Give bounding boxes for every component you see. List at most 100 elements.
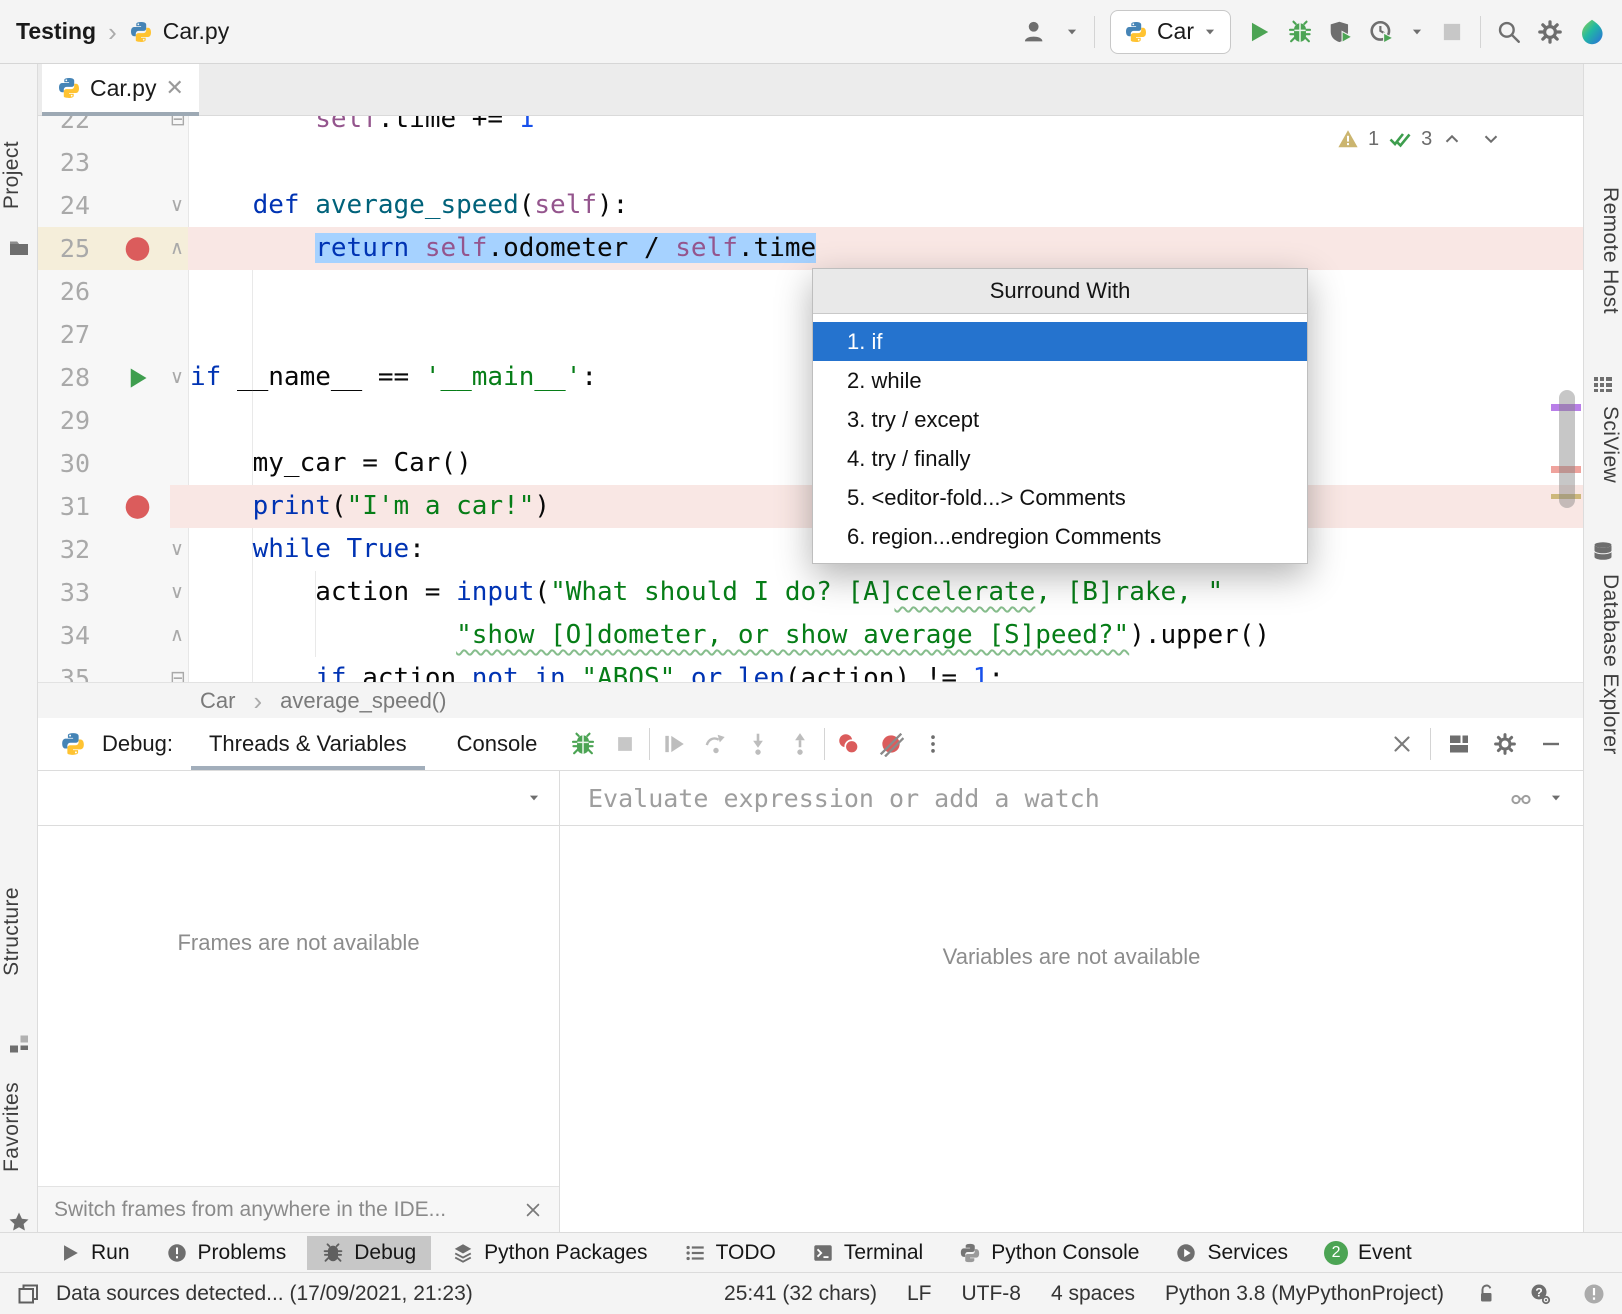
database-icon[interactable] (1591, 540, 1615, 564)
favorites-icon[interactable] (7, 1210, 31, 1234)
inspections-widget[interactable]: 1 3 (1337, 127, 1502, 151)
tool-window-problems[interactable]: Problems (151, 1236, 302, 1270)
tool-window-python-packages[interactable]: Python Packages (437, 1236, 662, 1270)
breadcrumb-method[interactable]: average_speed() (280, 688, 446, 714)
hide-icon[interactable] (1539, 732, 1563, 756)
tab-threads-variables[interactable]: Threads & Variables (187, 718, 429, 770)
fold-marker-icon[interactable]: ∧ (170, 227, 184, 270)
breadcrumb-file[interactable]: Car.py (163, 18, 229, 45)
status-widget[interactable]: UTF-8 (961, 1282, 1021, 1306)
editor-scrollbar[interactable] (1559, 390, 1575, 508)
settings-button[interactable] (1537, 19, 1563, 45)
breadcrumb-class[interactable]: Car (200, 688, 235, 714)
close-icon[interactable] (1390, 732, 1414, 756)
tool-window-python-console[interactable]: Python Console (944, 1236, 1154, 1270)
code-line[interactable]: 31 print("I'm a car!") (38, 485, 1583, 528)
frames-dropdown[interactable] (38, 771, 560, 825)
sidebar-item-remote-host[interactable]: Remote Host (1584, 187, 1622, 314)
rerun-debug-icon[interactable] (570, 731, 596, 757)
tool-window-label: Terminal (844, 1241, 923, 1265)
status-widget[interactable]: LF (907, 1282, 932, 1306)
code-line[interactable]: 30 my_car = Car() (38, 442, 1583, 485)
tool-window-run[interactable]: Run (44, 1236, 145, 1270)
tab-close-icon[interactable]: ✕ (165, 77, 183, 99)
popup-item[interactable]: 2. while (813, 361, 1307, 400)
sidebar-item-sciview[interactable]: SciView (1584, 406, 1622, 483)
notify-icon[interactable] (1582, 1282, 1606, 1306)
fold-marker-icon[interactable]: ∨ (170, 356, 184, 399)
code-line[interactable]: 29 (38, 399, 1583, 442)
unlock-icon[interactable] (1474, 1282, 1498, 1306)
code-line[interactable]: 28∨if __name__ == '__main__': (38, 356, 1583, 399)
run-button[interactable] (1246, 19, 1272, 45)
sidebar-item-structure[interactable]: Structure (0, 887, 37, 976)
run-coverage-button[interactable] (1328, 19, 1354, 45)
popup-item[interactable]: 5. <editor-fold...> Comments (813, 478, 1307, 517)
prev-problem-icon[interactable] (1441, 128, 1463, 150)
status-widget[interactable]: Python 3.8 (MyPythonProject) (1165, 1282, 1444, 1306)
sciview-icon[interactable] (1591, 372, 1615, 396)
fold-marker-icon[interactable]: ∧ (170, 614, 184, 657)
project-icon[interactable] (7, 236, 31, 260)
tool-window-debug[interactable]: Debug (307, 1236, 431, 1270)
editor-tab-carpy[interactable]: Car.py ✕ (42, 64, 199, 116)
frames-icon[interactable] (16, 1282, 40, 1306)
code-line[interactable]: 25∧ return self.odometer / self.time (38, 227, 1583, 270)
toolbox-icon[interactable] (1578, 18, 1606, 46)
run-line-icon[interactable] (124, 364, 151, 391)
popup-item[interactable]: 3. try / except (813, 400, 1307, 439)
tool-window-todo[interactable]: TODO (669, 1236, 791, 1270)
breakpoint-icon[interactable] (124, 493, 151, 520)
fold-marker-icon[interactable]: ∨ (170, 571, 184, 614)
fold-marker-icon[interactable]: ∨ (170, 528, 184, 571)
debug-label: Debug: (102, 731, 173, 757)
more-actions-icon[interactable] (922, 733, 944, 755)
user-dropdown-chevron-icon[interactable] (1065, 25, 1079, 39)
breakpoint-icon[interactable] (124, 235, 151, 262)
code-line[interactable]: 34∧ "show [O]dometer, or show average [S… (38, 614, 1583, 657)
popup-item[interactable]: 6. region...endregion Comments (813, 517, 1307, 556)
next-problem-icon[interactable] (1480, 128, 1502, 150)
code-line[interactable]: 27 (38, 313, 1583, 356)
view-breakpoints-icon[interactable] (836, 731, 862, 757)
code-text: "show [O]dometer, or show average [S]pee… (190, 614, 1270, 657)
popup-item[interactable]: 1. if (813, 322, 1307, 361)
mute-breakpoints-icon[interactable] (878, 731, 904, 757)
profiler-button[interactable] (1369, 19, 1395, 45)
debug-button[interactable] (1287, 19, 1313, 45)
banner-close-icon[interactable] (523, 1200, 543, 1220)
user-icon[interactable] (1022, 18, 1050, 46)
structure-icon[interactable] (7, 1032, 31, 1056)
profiler-dropdown-chevron-icon[interactable] (1410, 25, 1424, 39)
fold-marker-icon[interactable]: ⊟ (170, 116, 186, 141)
code-line[interactable]: 32∨ while True: (38, 528, 1583, 571)
glasses-icon[interactable] (1509, 786, 1533, 810)
tab-console[interactable]: Console (435, 718, 560, 770)
fold-marker-icon[interactable]: ∨ (170, 184, 184, 227)
status-widget[interactable]: 4 spaces (1051, 1282, 1135, 1306)
code-line[interactable]: 24∨ def average_speed(self): (38, 184, 1583, 227)
breadcrumb-project[interactable]: Testing (16, 18, 96, 45)
code-line[interactable]: 26 (38, 270, 1583, 313)
code-editor[interactable]: 22⊟ self.time += 12324∨ def average_spee… (38, 116, 1583, 682)
watch-dropdown-chevron-icon[interactable] (1549, 791, 1563, 805)
status-widget[interactable]: 25:41 (32 chars) (724, 1282, 877, 1306)
ok-count: 3 (1421, 128, 1432, 151)
evaluate-expression-input[interactable]: Evaluate expression or add a watch (560, 771, 1583, 825)
layout-settings-icon[interactable] (1447, 732, 1471, 756)
tool-window-terminal[interactable]: Terminal (797, 1236, 938, 1270)
popup-item[interactable]: 4. try / finally (813, 439, 1307, 478)
sidebar-item-favorites[interactable]: Favorites (0, 1082, 37, 1172)
tool-window-event[interactable]: 2Event (1309, 1236, 1427, 1270)
debug-settings-icon[interactable] (1493, 732, 1517, 756)
code-line[interactable]: 35⊟ if action not in "ABOS" or len(actio… (38, 657, 1583, 682)
sidebar-item-project[interactable]: Project (0, 141, 37, 209)
tool-window-services[interactable]: Services (1160, 1236, 1303, 1270)
sidebar-item-database-explorer[interactable]: Database Explorer (1584, 574, 1622, 755)
fold-marker-icon[interactable]: ⊟ (170, 657, 186, 682)
code-line[interactable]: 33∨ action = input("What should I do? [A… (38, 571, 1583, 614)
status-message[interactable]: Data sources detected... (17/09/2021, 21… (56, 1282, 473, 1306)
run-configuration-select[interactable]: Car (1110, 10, 1231, 54)
search-everywhere-button[interactable] (1496, 19, 1522, 45)
help-icon[interactable]: ? (1528, 1282, 1552, 1306)
